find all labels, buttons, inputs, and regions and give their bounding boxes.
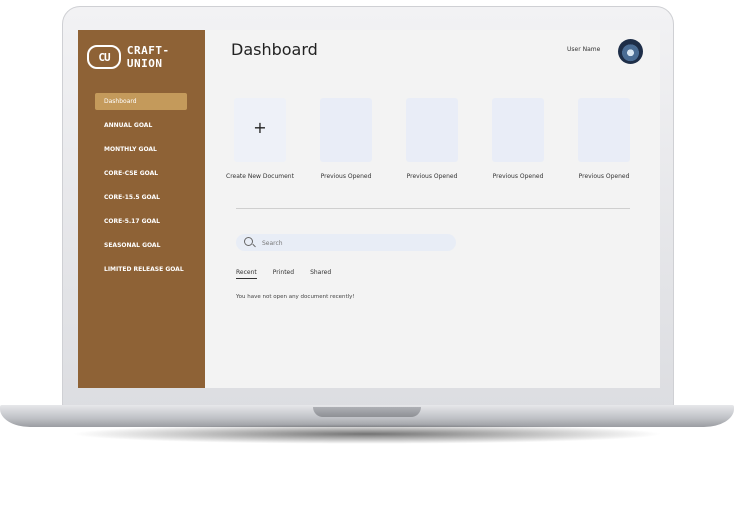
divider [236,208,630,209]
user-name[interactable]: User Name [567,46,600,53]
plus-icon: + [253,118,267,137]
tab-recent[interactable]: Recent [236,269,257,279]
sidebar-item-annual-goal[interactable]: ANNUAL GOAL [78,114,205,138]
brand-name: CRAFT-UNION [126,44,170,70]
sidebar-item-dashboard[interactable]: Dashboard [95,93,187,110]
search-icon [244,237,253,246]
sidebar-item-core-5-17-goal[interactable]: CORE-5.17 GOAL [78,210,205,234]
recent-document-label: Previous Opened [492,173,544,180]
recent-document-label: Previous Opened [578,173,630,180]
search-bar[interactable] [236,234,456,251]
logo-mark: CU [87,45,121,69]
search-input[interactable] [260,236,444,251]
sidebar-item-seasonal-goal[interactable]: SEASONAL GOAL [78,234,205,258]
document-tabs: Recent Printed Shared [236,269,331,279]
sidebar: CU CRAFT-UNION Dashboard ANNUAL GOAL MON… [78,30,205,388]
page-title: Dashboard [231,40,318,59]
recent-document-card[interactable] [406,98,458,162]
tab-shared[interactable]: Shared [310,269,331,279]
sidebar-nav: Dashboard ANNUAL GOAL MONTHLY GOAL CORE-… [78,93,205,282]
empty-state-message: You have not open any document recently! [236,294,355,300]
recent-document-card[interactable] [320,98,372,162]
sidebar-item-core-15-5-goal[interactable]: CORE-15.5 GOAL [78,186,205,210]
recent-document-label: Previous Opened [320,173,372,180]
create-document-label: Create New Document [226,173,294,180]
recent-document-card[interactable] [492,98,544,162]
create-document-card[interactable]: + [234,98,286,162]
sidebar-item-limited-release-goal[interactable]: LIMITED RELEASE GOAL [78,258,205,282]
laptop-notch [313,407,421,417]
recent-document-card[interactable] [578,98,630,162]
tab-printed[interactable]: Printed [273,269,294,279]
sidebar-item-monthly-goal[interactable]: MONTHLY GOAL [78,138,205,162]
sidebar-item-core-cse-goal[interactable]: CORE-CSE GOAL [78,162,205,186]
main-content: + Create New Document Previous Opened Pr… [210,68,660,388]
laptop-shadow [70,424,664,444]
recent-document-label: Previous Opened [406,173,458,180]
screen: CU CRAFT-UNION Dashboard ANNUAL GOAL MON… [78,30,660,388]
logo: CU CRAFT-UNION [87,44,205,70]
avatar[interactable] [618,39,643,64]
